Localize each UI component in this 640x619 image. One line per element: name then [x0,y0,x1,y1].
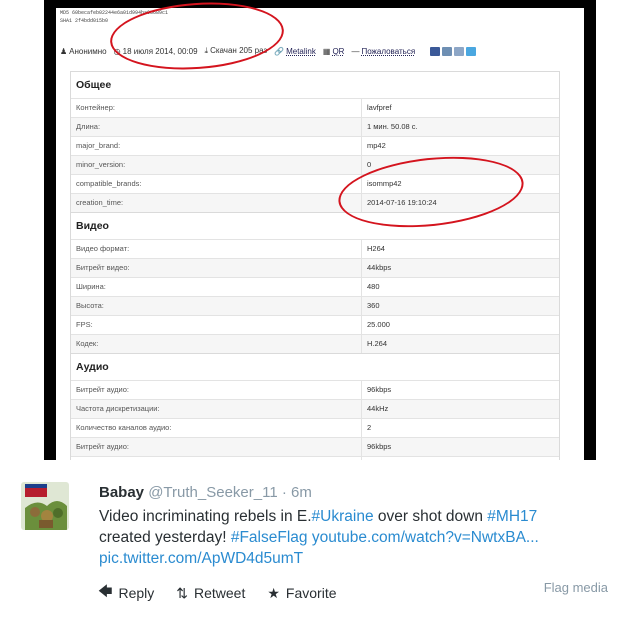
property-value: 2 [367,423,372,432]
youtube-link[interactable]: youtube.com/watch?v=NwtxBA... [312,529,539,546]
property-value: mp42 [367,141,386,150]
complain-link[interactable]: — Пожаловаться [351,47,415,56]
table-row: Длина: 1 мин. 50.08 с. [71,117,559,136]
property-key: Видео формат: [71,240,362,258]
property-key: creation_time: [71,194,362,212]
author-name[interactable]: Babay [99,484,144,501]
table-row: Битрейт аудио: 96kbps [71,380,559,399]
property-key: Длина: [71,118,362,136]
table-row: major_brand: mp42 [71,136,559,155]
md5-hash: MD5 60becafeb02244e6a01d994ba05689c1 [60,10,169,16]
section-title: Общее [71,71,559,98]
property-value: 96kbps [367,385,392,394]
property-value: lavfpref [367,103,392,112]
reply-button[interactable]: 🡄 Reply [98,581,154,605]
retweet-button[interactable]: ⇅ Retweet [176,581,245,605]
metalink-link[interactable]: 🔗 Metalink [274,47,316,56]
retweet-icon: ⇅ [176,584,188,601]
pic-link[interactable]: pic.twitter.com/ApWD4d5umT [99,550,303,567]
section-title: Аудио [71,353,559,380]
tweet-actions: 🡄 Reply ⇅ Retweet ★ Favorite [98,581,337,605]
twitter-icon[interactable] [466,46,477,56]
meta-date: ◷ 18 июля 2014, 00:09 [113,46,198,56]
user-icon: ♟ [60,46,68,56]
property-value: isommp42 [367,179,402,188]
table-row: Высота: 360 [71,296,559,315]
social-share-buttons [430,46,477,56]
embedded-screenshot: MD5 60becafeb02244e6a01d994ba05689c1 SHA… [44,0,596,460]
table-row: compatible_brands: isommp42 [71,174,559,193]
file-info-page: MD5 60becafeb02244e6a01d994ba05689c1 SHA… [56,8,584,460]
property-value: 480 [367,282,380,291]
property-key: Битрейт аудио: [71,381,362,399]
mail-icon[interactable] [454,46,465,56]
avatar[interactable] [21,482,69,530]
property-value: 96kbps [367,442,392,451]
property-value: H.264 [367,339,388,348]
property-key: Битрейт аудио: [71,438,362,456]
property-value: 2014-07-16 19:10:24 [367,198,437,207]
star-icon: ★ [267,584,280,601]
download-icon: ⤓ [204,46,209,55]
property-key: FPS: [71,316,362,334]
property-key: Контейнер: [71,99,362,117]
property-key: compatible_brands: [71,175,362,193]
qr-icon: ▦ [322,46,331,56]
table-row: Количество каналов аудио: 2 [71,418,559,437]
table-row: Кодек: H.264 [71,334,559,353]
properties-table: Общее Контейнер: lavfpref Длина: 1 мин. 50.0… [70,71,560,460]
table-row: minor_version: 0 [71,155,559,174]
property-value: 44kbps [367,263,392,272]
sha1-hash: SHA1 2f4bdd015b0 [60,18,109,24]
tweet-header: Babay @Truth_Seeker_11 · 6m [99,484,312,501]
table-row: Битрейт аудио: 96kbps [71,437,559,456]
section-title: Видео [71,212,559,239]
table-row: creation_time: 2014-07-16 19:10:24 [71,193,559,212]
favorite-button[interactable]: ★ Favorite [267,581,336,605]
hashtag-ukraine[interactable]: #Ukraine [312,508,374,525]
property-key: Высота: [71,297,362,315]
property-key: Ширина: [71,278,362,296]
reply-icon: 🡄 [98,583,113,599]
minus-icon: — [351,46,360,56]
property-key: minor_version: [71,156,362,174]
author-handle[interactable]: @Truth_Seeker_11 · 6m [148,484,312,501]
property-value: 0 [367,160,372,169]
section-rows: Видео формат: H264 Битрейт видео: 44kbps Шир… [71,239,559,353]
property-key: Кодек: [71,335,362,353]
file-meta-bar: ♟ Анонимно ◷ 18 июля 2014, 00:09 ⤓ Скачан 2… [60,44,477,58]
tweet: Babay @Truth_Seeker_11 · 6m Video incrim… [0,460,640,619]
link-icon: 🔗 [274,46,285,56]
table-row: Контейнер: lavfpref [71,98,559,117]
property-key: Количество каналов аудио: [71,419,362,437]
property-key: Битрейт видео: [71,259,362,277]
section-rows: Битрейт аудио: 96kbps Частота дискретизаци… [71,380,559,460]
vk-icon[interactable] [442,46,453,56]
hashtag-mh17[interactable]: #MH17 [487,508,537,525]
flag-media-link[interactable]: Flag media [544,580,608,595]
hashtag-falseflag[interactable]: #FalseFlag [231,529,308,546]
property-key: Частота дискретизации: [71,400,362,418]
table-row: Частота дискретизации: 44kHz [71,399,559,418]
table-row: Битрейт видео: 44kbps [71,258,559,277]
property-value: 44kHz [367,404,389,413]
facebook-icon[interactable] [430,46,441,56]
table-row: FPS: 25.000 [71,315,559,334]
qr-link[interactable]: ▦ QR [323,47,345,56]
meta-user: ♟ Анонимно [60,46,107,56]
table-row: Видео формат: H264 [71,239,559,258]
clock-icon: ◷ [113,46,121,56]
tweet-text: Video incriminating rebels in E.#Ukraine… [99,508,539,567]
property-value: 25.000 [367,320,390,329]
property-value: H264 [367,244,385,253]
table-row: Ширина: 480 [71,277,559,296]
section-rows: Контейнер: lavfpref Длина: 1 мин. 50.08 с. m… [71,98,559,212]
meta-downloads: ⤓ Скачан 205 раз [204,46,268,55]
property-value: 360 [367,301,380,310]
property-value: 1 мин. 50.08 с. [367,122,418,131]
property-key: major_brand: [71,137,362,155]
